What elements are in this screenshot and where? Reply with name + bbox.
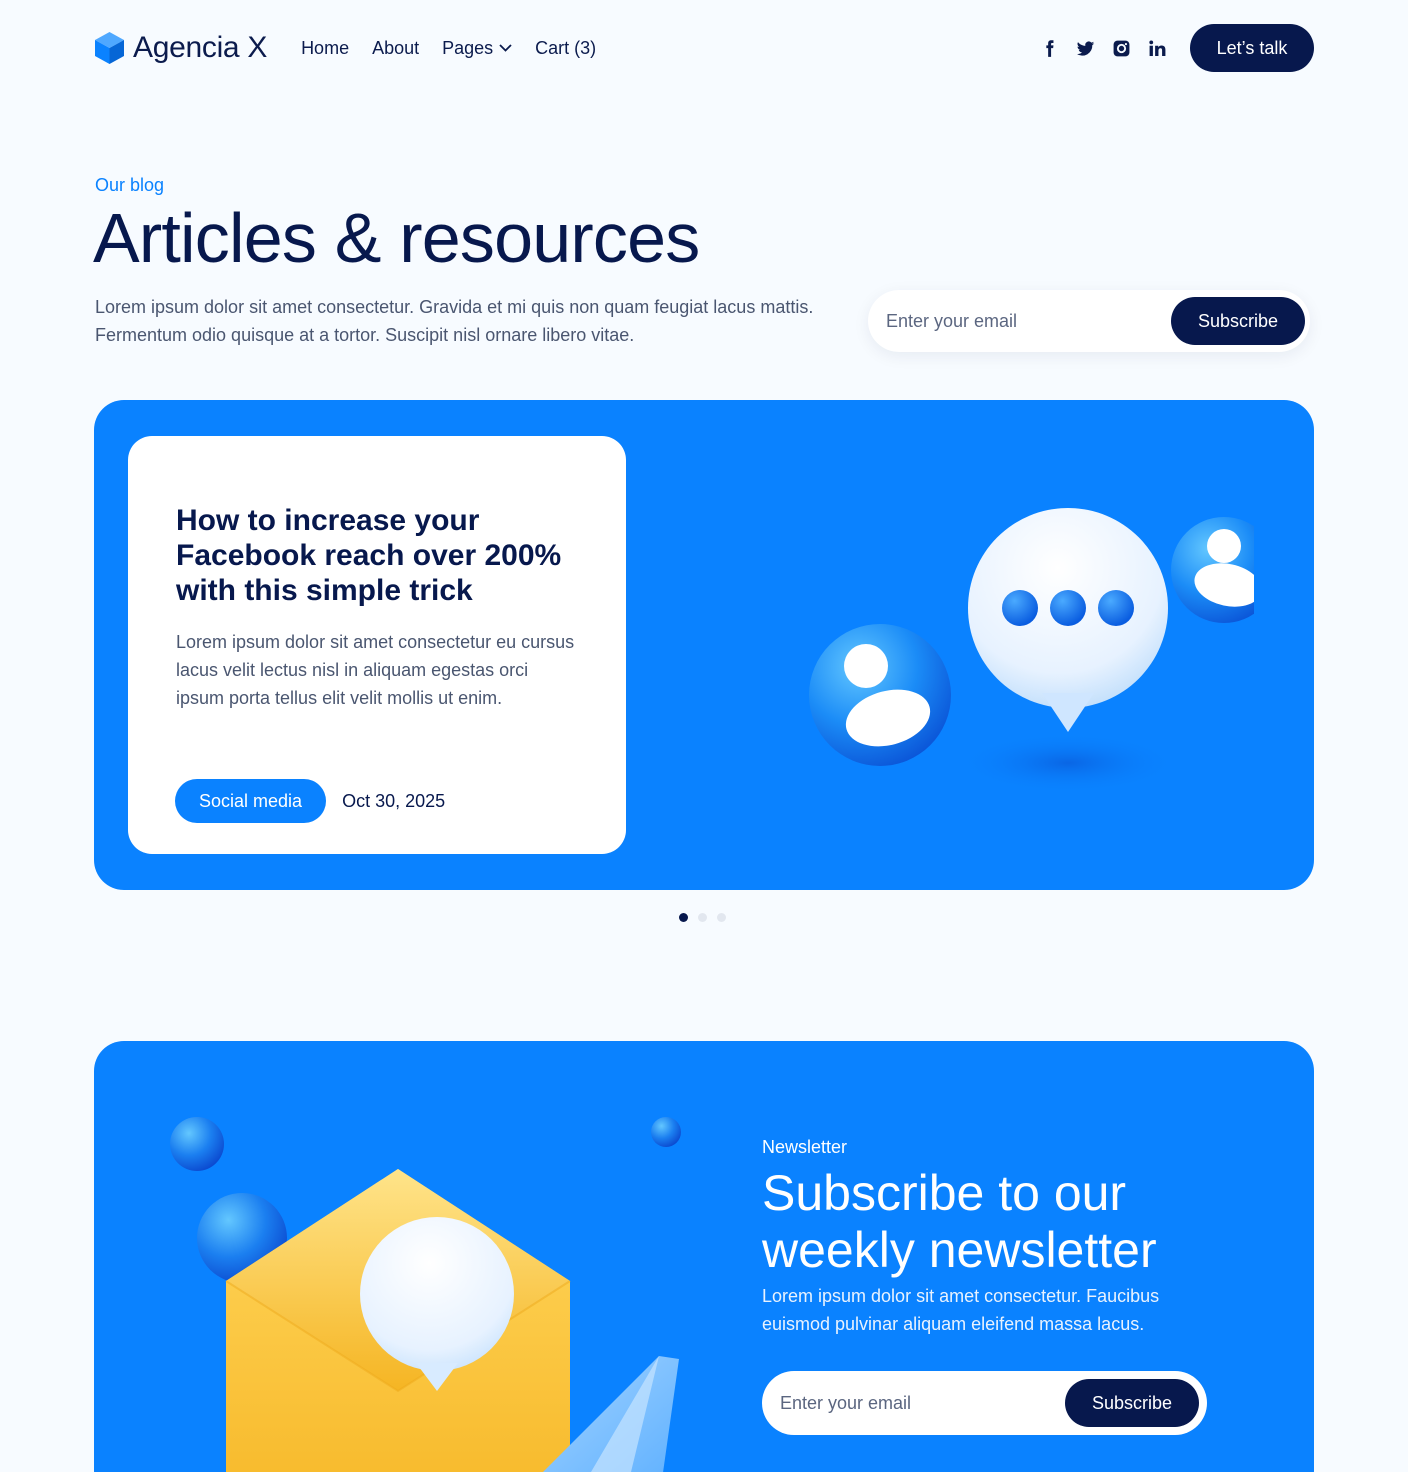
page-title: Articles & resources (93, 199, 700, 277)
user-orb-right-visual (1171, 517, 1254, 623)
newsletter-subscribe-form: Subscribe (762, 1371, 1207, 1435)
newsletter-email-input[interactable] (780, 1392, 1065, 1414)
featured-article-excerpt: Lorem ipsum dolor sit amet consectetur e… (176, 632, 575, 708)
chat-users-illustration (809, 508, 1254, 793)
newsletter-title: Subscribe to our weekly newsletter (762, 1165, 1157, 1278)
newsletter-description: Lorem ipsum dolor sit amet consectetur. … (762, 1286, 1160, 1334)
decor-sphere-tiny (651, 1117, 681, 1147)
nav-about[interactable]: About (372, 38, 419, 59)
linkedin-icon[interactable] (1148, 39, 1167, 58)
featured-article-title[interactable]: How to increase your Facebook reach over… (176, 503, 586, 608)
hero-email-input[interactable] (886, 310, 1171, 332)
logo[interactable]: Agencia X (95, 31, 267, 65)
envelope-illustration (170, 1117, 681, 1472)
social-links (1040, 39, 1167, 58)
hero-subscribe-form: Subscribe (868, 290, 1310, 352)
newsletter-eyebrow: Newsletter (762, 1137, 848, 1157)
carousel-dot-2[interactable] (698, 913, 707, 922)
lets-talk-button[interactable]: Let’s talk (1190, 24, 1314, 72)
twitter-icon[interactable] (1076, 39, 1095, 58)
carousel-dot-1[interactable] (679, 913, 688, 922)
bubble-shadow (958, 733, 1178, 793)
user-orb-left (809, 624, 951, 766)
instagram-icon[interactable] (1112, 39, 1131, 58)
blog-eyebrow: Our blog (95, 175, 165, 195)
chevron-down-icon (499, 44, 512, 52)
featured-article-meta: Social media Oct 30, 2025 (175, 779, 445, 823)
newsletter-subscribe-button[interactable]: Subscribe (1065, 1379, 1199, 1427)
hero-description: Lorem ipsum dolor sit amet consectetur. … (95, 297, 814, 345)
decor-sphere-small (170, 1117, 224, 1171)
newsletter-section: Newsletter Subscribe to our weekly newsl… (94, 1041, 1314, 1472)
article-date: Oct 30, 2025 (342, 790, 446, 811)
featured-article[interactable]: How to increase your Facebook reach over… (94, 400, 1314, 890)
top-navigation: Agencia X Home About Pages Cart (3) Let’… (95, 24, 1314, 72)
nav-cart[interactable]: Cart (3) (535, 38, 596, 59)
carousel-dot-3[interactable] (717, 913, 726, 922)
hero-subscribe-button[interactable]: Subscribe (1171, 297, 1305, 345)
main-menu: Home About Pages Cart (3) (301, 38, 596, 59)
nav-pages[interactable]: Pages (442, 38, 512, 59)
carousel-pagination (679, 913, 726, 922)
nav-pages-label: Pages (442, 37, 494, 58)
nav-home[interactable]: Home (301, 38, 349, 59)
brand-name: Agencia X (133, 31, 268, 64)
chat-bubble (968, 508, 1168, 732)
facebook-icon[interactable] (1040, 39, 1059, 58)
featured-article-card[interactable]: How to increase your Facebook reach over… (128, 436, 626, 854)
nav-right: Let’s talk (1040, 24, 1314, 72)
category-tag[interactable]: Social media (175, 779, 327, 823)
cube-logo-icon (95, 32, 124, 64)
